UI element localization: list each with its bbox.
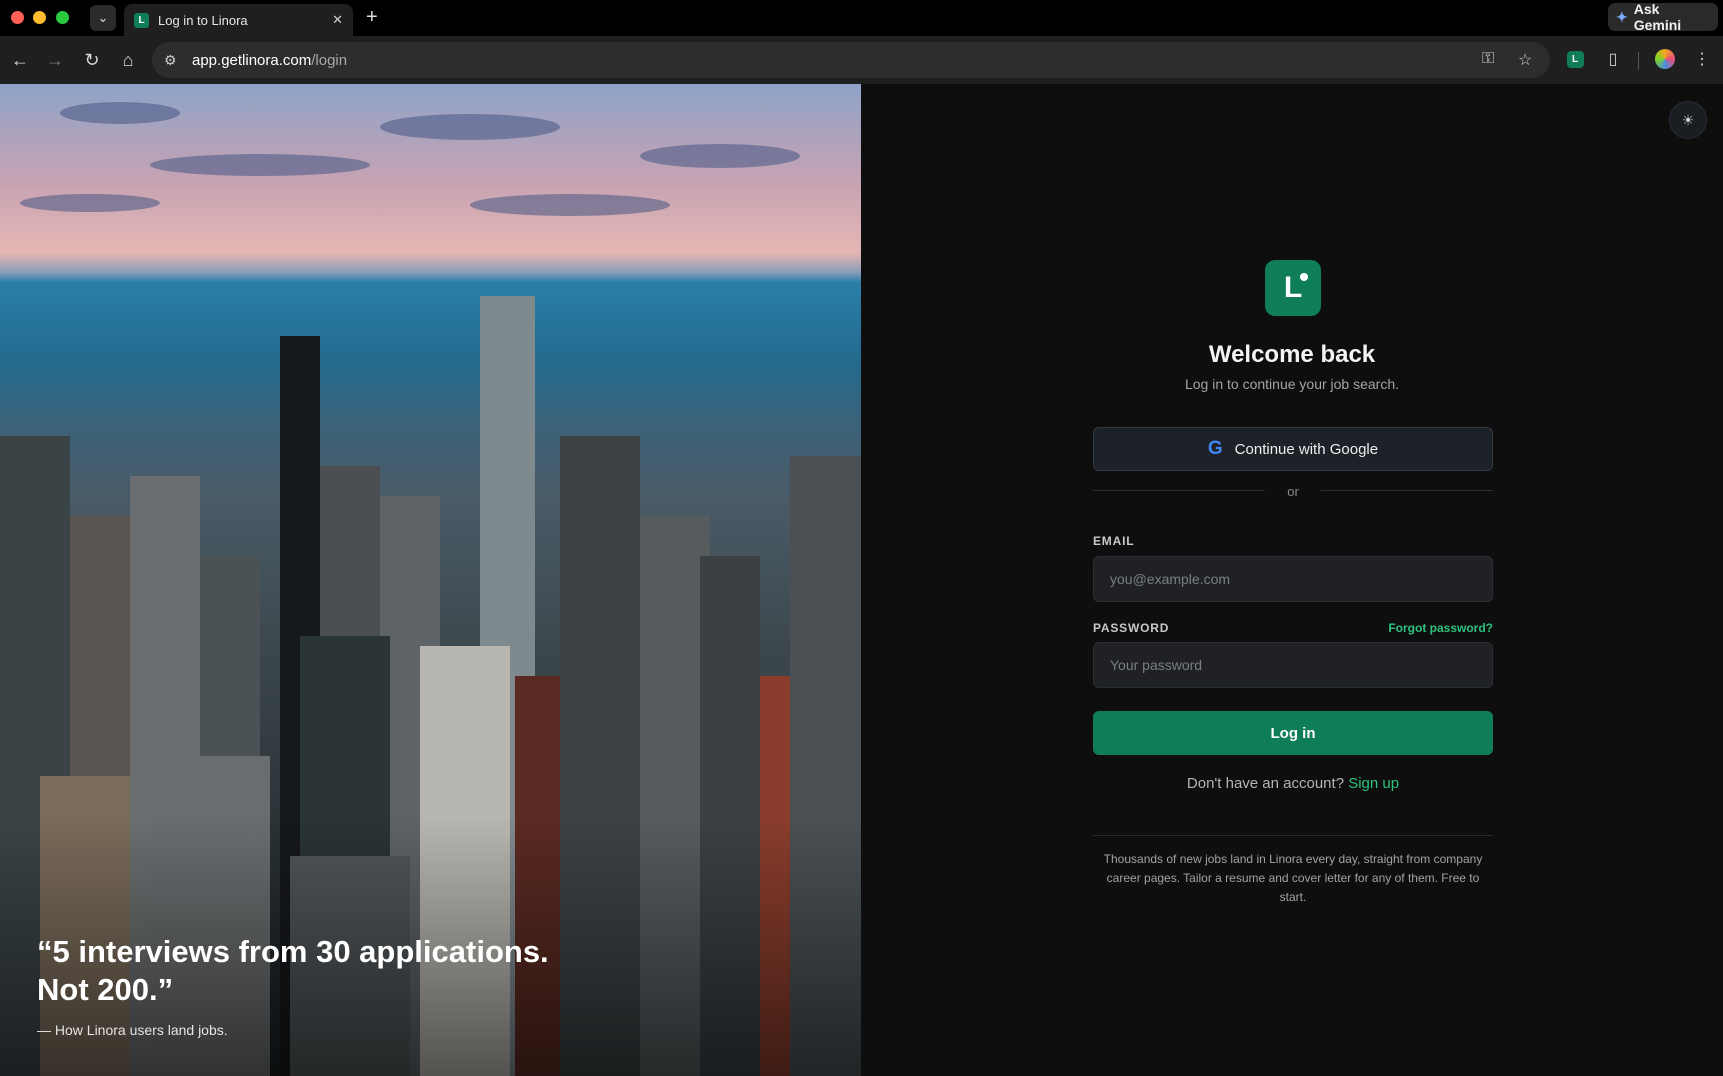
login-panel: ☀ L Welcome back Log in to continue your… bbox=[861, 84, 1723, 1076]
password-field[interactable] bbox=[1093, 642, 1493, 688]
sign-up-link[interactable]: Sign up bbox=[1348, 775, 1399, 792]
browser-chrome: ⌄ L Log in to Linora ✕ + ✦ Ask Gemini ← … bbox=[0, 0, 1723, 84]
url-host: app.getlinora.com bbox=[192, 51, 312, 69]
divider-line bbox=[1321, 490, 1493, 491]
page: “5 interviews from 30 applications. Not … bbox=[0, 84, 1723, 1076]
email-label: EMAIL bbox=[1093, 534, 1135, 548]
divider-text: or bbox=[1287, 484, 1299, 499]
signup-prompt: Don't have an account? Sign up bbox=[1093, 775, 1493, 792]
toolbar-divider bbox=[1638, 52, 1639, 70]
home-icon[interactable]: ⌂ bbox=[116, 48, 140, 72]
site-info-icon[interactable]: ⚙ bbox=[164, 52, 188, 69]
browser-toolbar: ← → ↻ ⌂ ⚙ app.getlinora.com/login ⚿ ☆ L … bbox=[0, 36, 1723, 84]
cloud-shape bbox=[470, 194, 670, 216]
reload-icon[interactable]: ↻ bbox=[80, 48, 104, 72]
no-account-text: Don't have an account? bbox=[1186, 775, 1345, 792]
or-divider: or bbox=[1093, 484, 1493, 499]
login-button[interactable]: Log in bbox=[1093, 711, 1493, 755]
forgot-password-link[interactable]: Forgot password? bbox=[1388, 621, 1493, 635]
more-icon[interactable]: ⋮ bbox=[1690, 47, 1714, 71]
cloud-shape bbox=[150, 154, 370, 176]
extensions-icon[interactable]: ▯ bbox=[1601, 47, 1625, 71]
ask-gemini-button[interactable]: ✦ Ask Gemini bbox=[1608, 1, 1718, 33]
page-subtitle: Log in to continue your job search. bbox=[1184, 376, 1400, 392]
divider bbox=[1093, 835, 1493, 836]
tab-strip: ⌄ L Log in to Linora ✕ + ✦ Ask Gemini bbox=[0, 0, 1723, 36]
url-path: /login bbox=[311, 51, 348, 69]
product-blurb: Thousands of new jobs land in Linora eve… bbox=[1103, 852, 1483, 904]
testimonial-attribution: — How Linora users land jobs. bbox=[37, 1022, 228, 1038]
cloud-shape bbox=[380, 114, 560, 140]
profile-avatar[interactable] bbox=[1655, 49, 1675, 69]
close-window-button[interactable] bbox=[11, 11, 24, 24]
sun-icon[interactable]: ☀ bbox=[1669, 101, 1707, 139]
back-arrow-icon[interactable]: ← bbox=[8, 48, 32, 72]
continue-with-google-button[interactable]: G Continue with Google bbox=[1093, 427, 1493, 471]
cloud-shape bbox=[60, 102, 180, 124]
bookmark-star-icon[interactable]: ☆ bbox=[1518, 50, 1532, 70]
google-button-label: Continue with Google bbox=[1234, 440, 1379, 458]
tab-login[interactable]: L Log in to Linora ✕ bbox=[124, 4, 353, 36]
maximize-window-button[interactable] bbox=[56, 11, 69, 24]
ask-gemini-label: Ask Gemini bbox=[1633, 1, 1682, 33]
linora-logo: L bbox=[1265, 260, 1321, 316]
email-field[interactable] bbox=[1093, 556, 1493, 602]
address-bar[interactable]: ⚙ app.getlinora.com/login ⚿ ☆ bbox=[152, 42, 1550, 78]
minimize-window-button[interactable] bbox=[33, 11, 46, 24]
testimonial-quote: “5 interviews from 30 applications. Not … bbox=[37, 934, 549, 1007]
page-title: Welcome back bbox=[1208, 341, 1376, 368]
password-label: PASSWORD bbox=[1093, 621, 1170, 635]
cloud-shape bbox=[640, 144, 800, 168]
cloud-shape bbox=[20, 194, 160, 212]
plus-icon[interactable]: + bbox=[366, 6, 378, 28]
forward-arrow-icon[interactable]: → bbox=[43, 48, 67, 72]
tab-title: Log in to Linora bbox=[158, 12, 248, 28]
password-key-icon[interactable]: ⚿ bbox=[1482, 50, 1494, 68]
gemini-icon: ✦ bbox=[1616, 8, 1628, 25]
search-tabs-icon[interactable]: ⌄ bbox=[90, 5, 116, 31]
hero-image: “5 interviews from 30 applications. Not … bbox=[0, 84, 861, 1076]
logo-dot bbox=[1300, 273, 1308, 281]
linora-favicon-icon: L bbox=[134, 12, 149, 28]
close-icon[interactable]: ✕ bbox=[332, 12, 343, 28]
linora-extension-icon[interactable]: L bbox=[1563, 47, 1587, 71]
google-icon: G bbox=[1207, 438, 1223, 459]
